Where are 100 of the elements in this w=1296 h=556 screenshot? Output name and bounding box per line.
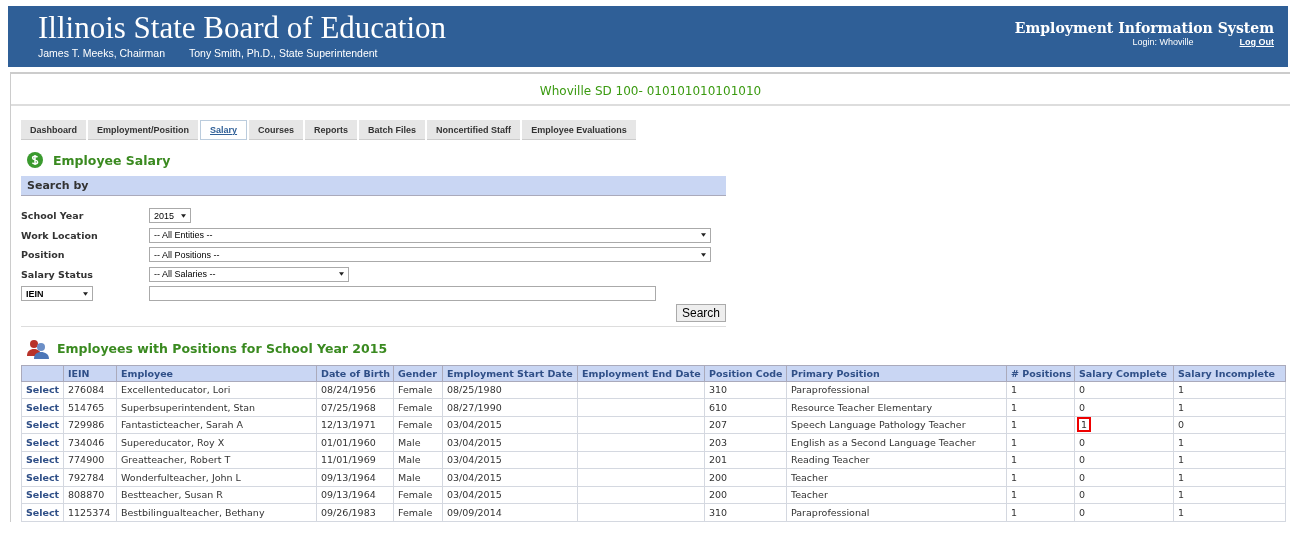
official-name: James T. Meeks, Chairman [38, 47, 165, 59]
table-cell: Supereducator, Roy X [116, 433, 317, 451]
nav-tab[interactable]: Reports [305, 120, 358, 140]
id-type-dropdown[interactable]: IEIN [21, 286, 93, 302]
table-cell: 1 [1006, 433, 1075, 451]
field-label: Work Location [21, 229, 99, 241]
table-cell: 03/04/2015 [442, 486, 578, 504]
page-title: Employee Salary [53, 152, 171, 168]
column-header: Gender [393, 365, 443, 381]
table-cell: 09/09/2014 [442, 503, 578, 521]
table-cell: 792784 [63, 468, 117, 486]
nav-tab[interactable]: Noncertified Staff [427, 120, 521, 140]
people-icon [27, 338, 49, 359]
table-cell: 0 [1079, 506, 1086, 518]
table-cell: 1 [1006, 486, 1075, 504]
table-cell: 774900 [63, 451, 117, 469]
login-label: Login: Whoville [1132, 37, 1194, 47]
table-cell: 1 [1006, 503, 1075, 521]
table-cell: Bestbilingualteacher, Bethany [116, 503, 317, 521]
table-cell: Male [393, 451, 443, 469]
table-cell: Superbsuperintendent, Stan [116, 398, 317, 416]
table-cell: 1 [1079, 419, 1090, 431]
nav-tab[interactable]: Dashboard [21, 120, 86, 140]
dropdown-field[interactable]: -- All Salaries -- [149, 266, 349, 282]
table-cell: 03/04/2015 [442, 468, 578, 486]
nav-tab[interactable]: Salary [200, 120, 248, 140]
table-cell: Wonderfulteacher, John L [116, 468, 317, 486]
table-cell: Female [393, 486, 443, 504]
table-cell: 207 [704, 416, 787, 434]
caret-icon [181, 213, 186, 218]
caret-icon [83, 291, 88, 296]
table-cell: Resource Teacher Elementary [786, 398, 1007, 416]
table-cell: 1 [1173, 468, 1286, 486]
field-label: School Year [21, 210, 85, 222]
column-header: Employment Start Date [442, 365, 578, 381]
table-cell: 09/13/1964 [316, 468, 394, 486]
dropdown-field[interactable]: 2015 [149, 208, 191, 224]
table-cell: 514765 [63, 398, 117, 416]
table-title: Employees with Positions for School Year 2015 [57, 341, 388, 356]
district-name: Whoville SD 100- 010101010101010 [11, 72, 1290, 106]
table-cell: Male [393, 468, 443, 486]
table-cell: 1 [1006, 416, 1075, 434]
caret-icon [701, 233, 706, 238]
column-header: Date of Birth [316, 365, 394, 381]
table-cell: 08/24/1956 [316, 381, 394, 399]
caret-icon [339, 272, 344, 277]
column-header: Employee [116, 365, 317, 381]
table-cell: Male [393, 433, 443, 451]
table-cell: 1 [1006, 381, 1075, 399]
table-cell: 0 [1079, 471, 1086, 483]
table-cell: 03/04/2015 [442, 451, 578, 469]
table-cell: Bestteacher, Susan R [116, 486, 317, 504]
table-cell: 07/25/1968 [316, 398, 394, 416]
table-cell: Female [393, 416, 443, 434]
table-cell: 0 [1079, 489, 1086, 501]
table-cell: 1 [1173, 451, 1286, 469]
table-cell: 1 [1006, 468, 1075, 486]
column-header: Salary Incomplete [1173, 365, 1286, 381]
nav-tab[interactable]: Employment/Position [88, 120, 199, 140]
column-header: Salary Complete [1074, 365, 1174, 381]
dropdown-field[interactable]: -- All Entities -- [149, 227, 711, 243]
search-input[interactable] [149, 286, 656, 302]
table-cell: Female [393, 381, 443, 399]
table-cell: Teacher [786, 486, 1007, 504]
table-cell: English as a Second Language Teacher [786, 433, 1007, 451]
search-button[interactable]: Search [675, 303, 726, 322]
logout-link[interactable]: Log Out [1239, 37, 1274, 47]
table-cell: 03/04/2015 [442, 433, 578, 451]
table-cell: 01/01/1960 [316, 433, 394, 451]
table-cell: 08/25/1980 [442, 381, 578, 399]
table-cell: 1 [1173, 398, 1286, 416]
table-cell: Teacher [786, 468, 1007, 486]
dropdown-field[interactable]: -- All Positions -- [149, 247, 711, 263]
table-cell: 808870 [63, 486, 117, 504]
table-cell: Paraprofessional [786, 381, 1007, 399]
nav-tab[interactable]: Batch Files [359, 120, 426, 140]
table-cell: Fantasticteacher, Sarah A [116, 416, 317, 434]
system-title: Employment Information System [1014, 20, 1274, 36]
table-cell: 09/26/1983 [316, 503, 394, 521]
table-cell: 12/13/1971 [316, 416, 394, 434]
table-cell: 0 [1173, 416, 1286, 434]
column-header: IEIN [63, 365, 117, 381]
nav-tab[interactable]: Courses [249, 120, 304, 140]
field-label: Salary Status [21, 268, 94, 280]
table-cell: 200 [704, 468, 787, 486]
table-cell: 11/01/1969 [316, 451, 394, 469]
search-header: Search by [21, 176, 726, 196]
table-cell: 09/13/1964 [316, 486, 394, 504]
table-cell: 1 [1006, 398, 1075, 416]
table-cell: Female [393, 503, 443, 521]
table-cell: 0 [1079, 401, 1086, 413]
column-header: Position Code [704, 365, 787, 381]
table-cell: 610 [704, 398, 787, 416]
dollar-icon [27, 152, 43, 168]
nav-tab[interactable]: Employee Evaluations [522, 120, 636, 140]
table-cell: 200 [704, 486, 787, 504]
table-cell: 0 [1079, 454, 1086, 466]
table-cell: 734046 [63, 433, 117, 451]
official-name: Tony Smith, Ph.D., State Superintendent [189, 47, 378, 59]
table-cell: 08/27/1990 [442, 398, 578, 416]
